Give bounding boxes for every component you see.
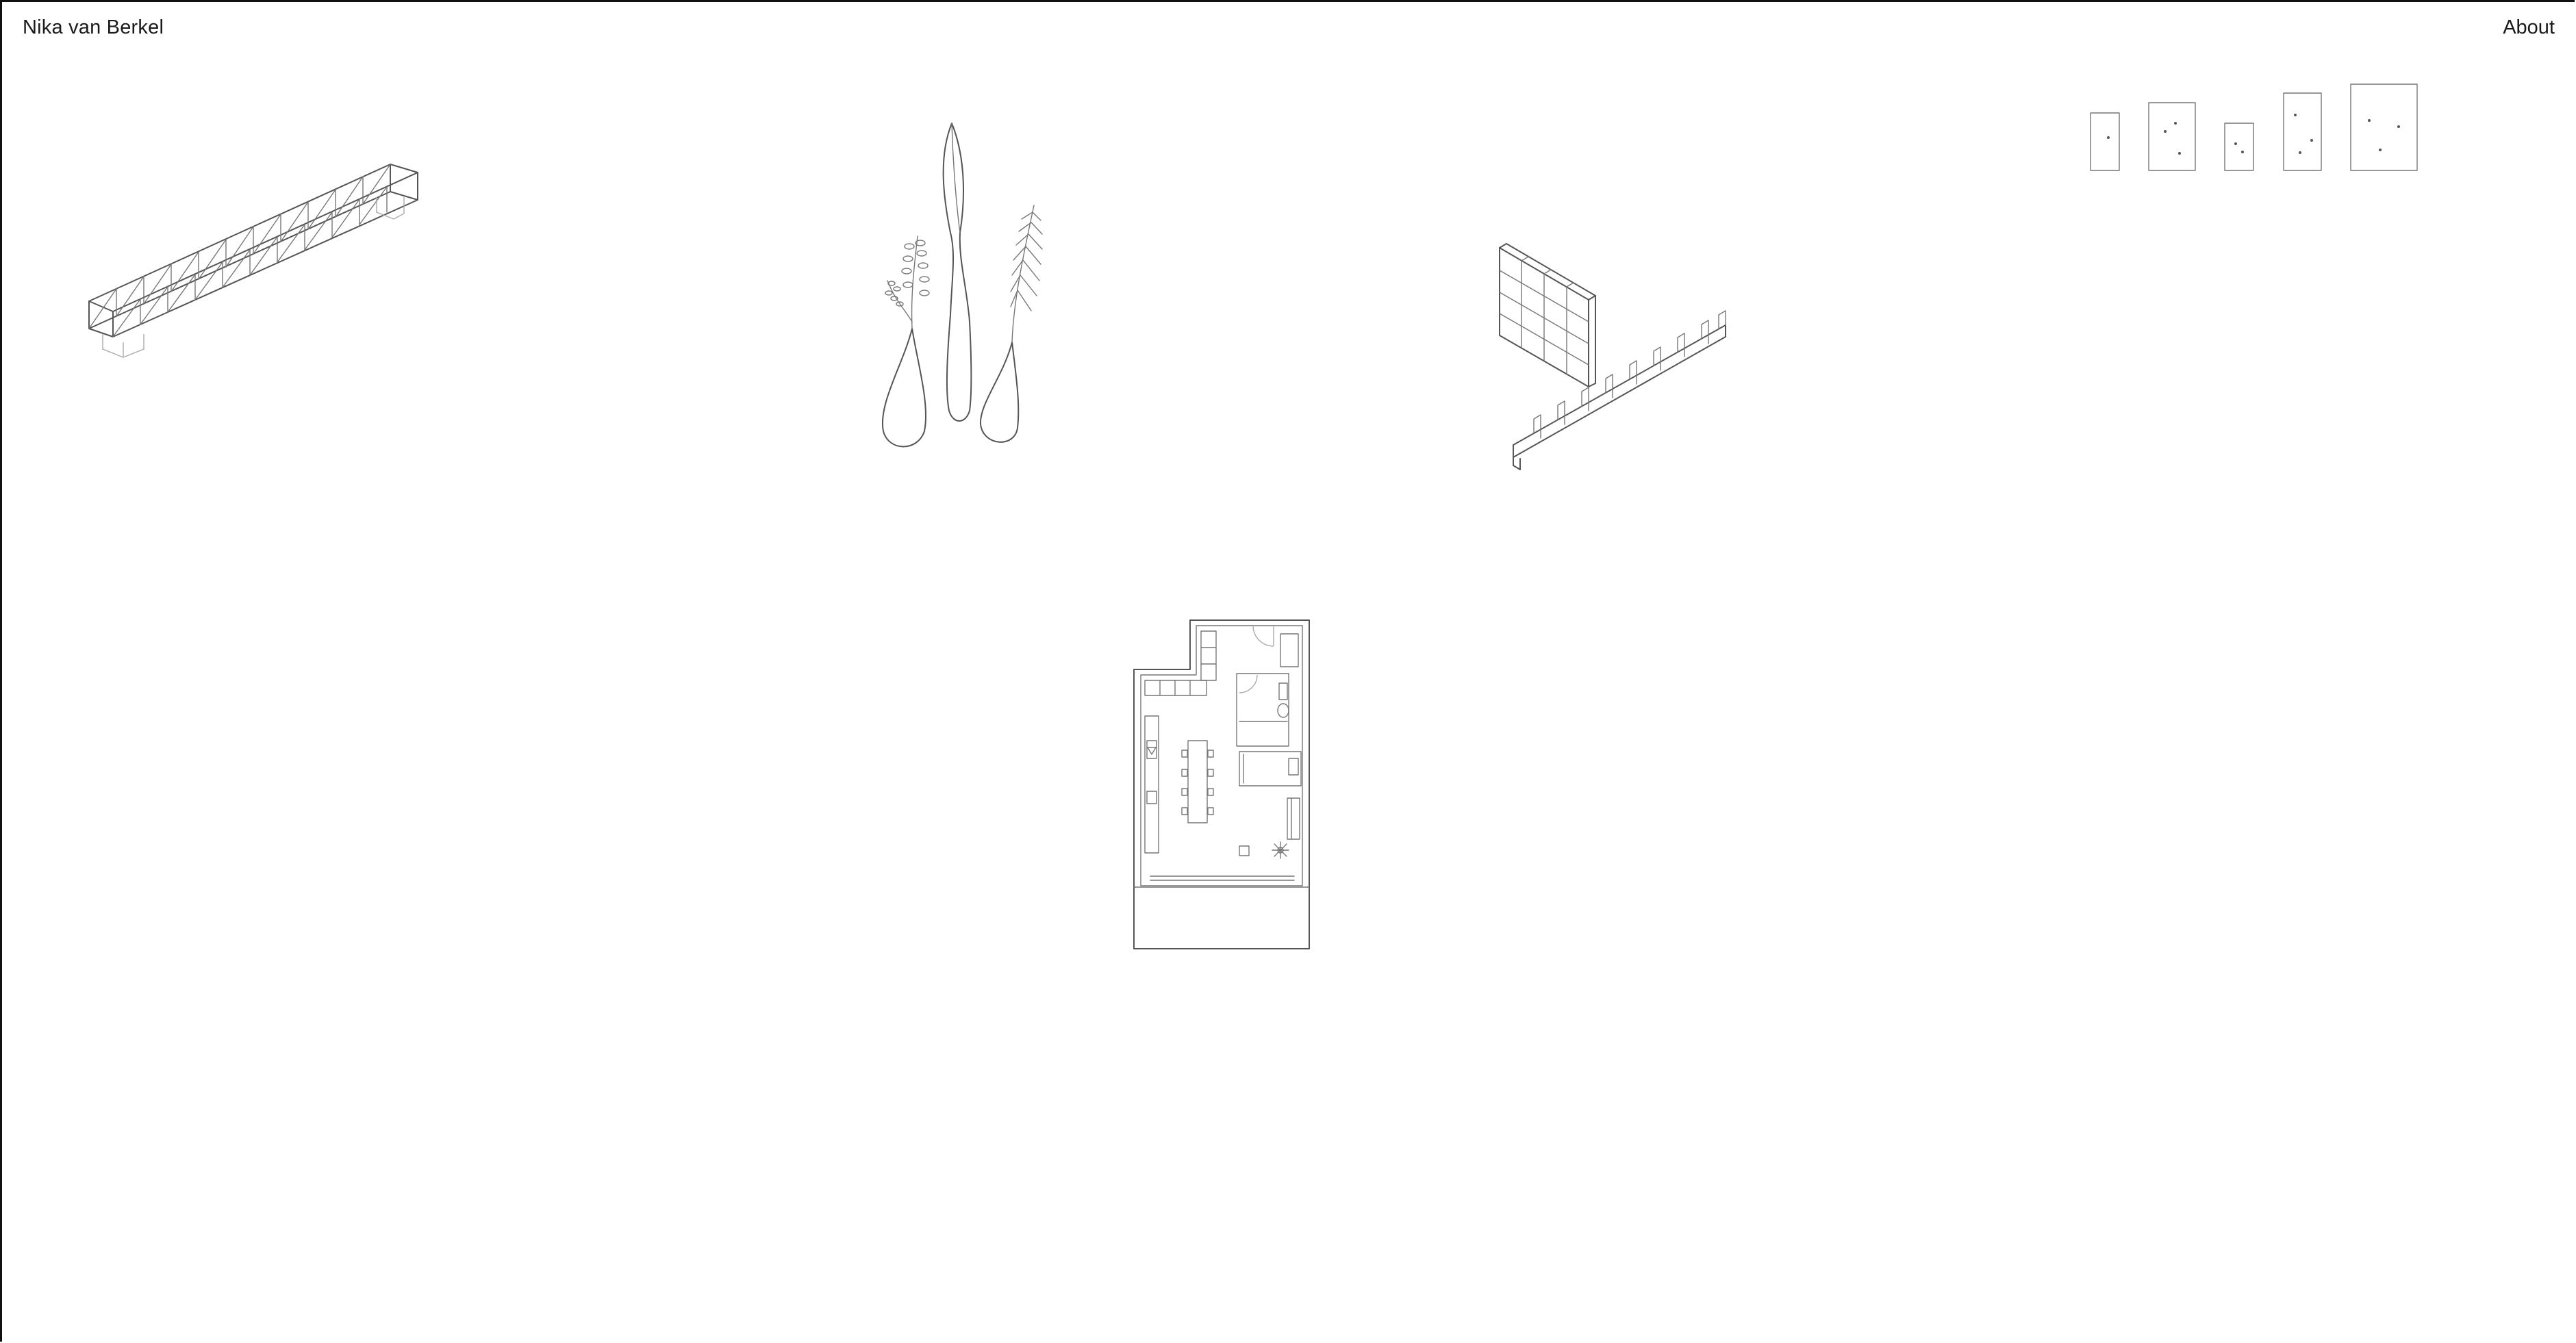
dotted-frames-icon — [2090, 84, 2418, 171]
plant-vases-icon — [881, 123, 1043, 448]
project-floor-plan[interactable] — [1130, 617, 1313, 953]
about-link[interactable]: About — [2503, 16, 2555, 39]
project-plants[interactable] — [876, 116, 1068, 452]
site-title[interactable]: Nika van Berkel — [23, 16, 164, 39]
project-frames[interactable] — [2088, 81, 2424, 177]
project-bridge[interactable] — [82, 116, 425, 363]
project-shelving[interactable] — [1493, 240, 1732, 472]
floor-plan-icon — [1133, 619, 1310, 949]
bridge-truss-icon — [88, 164, 418, 358]
shelving-system-icon — [1499, 243, 1726, 470]
